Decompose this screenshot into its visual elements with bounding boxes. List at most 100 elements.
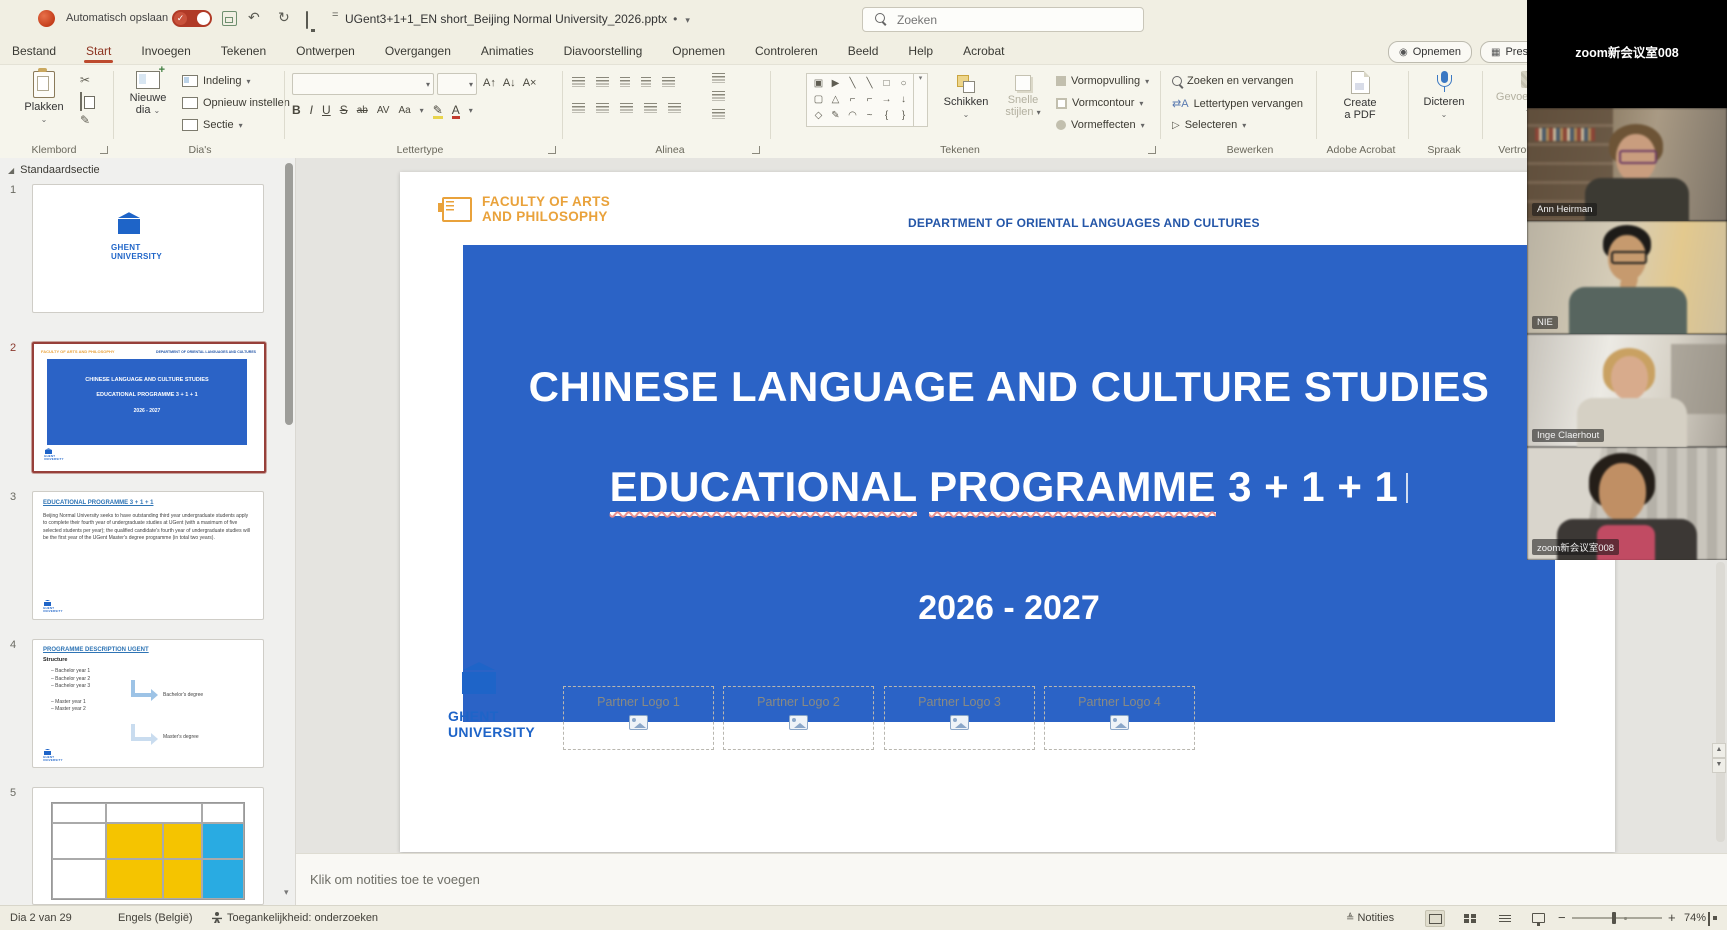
- font-dialog-launcher[interactable]: [548, 146, 556, 154]
- shape-gallery-scrollbar[interactable]: ▾: [913, 73, 928, 127]
- right-arrow-shape-icon[interactable]: →: [878, 92, 895, 108]
- tab-diavoorstelling[interactable]: Diavoorstelling: [562, 44, 645, 58]
- language-indicator[interactable]: Engels (België): [118, 912, 193, 924]
- participant-video-nie[interactable]: NIE: [1527, 221, 1727, 334]
- participant-video-ann-heirman[interactable]: Ann Heirman: [1527, 108, 1727, 221]
- slide-indicator[interactable]: Dia 2 van 29: [10, 912, 72, 924]
- reset-button[interactable]: Opnieuw instellen: [182, 97, 290, 109]
- normal-view-button[interactable]: [1425, 910, 1445, 927]
- faculty-logo[interactable]: FACULTY OF ARTSAND PHILOSOPHY: [442, 194, 610, 224]
- tab-bestand[interactable]: Bestand: [10, 44, 58, 58]
- right-brace-shape-icon[interactable]: }: [895, 108, 912, 124]
- slide-years[interactable]: 2026 - 2027: [463, 589, 1555, 628]
- notes-toggle-button[interactable]: ≜ Notities: [1346, 912, 1394, 924]
- thumbnail-scrollbar[interactable]: ▾: [285, 163, 293, 898]
- italic-button[interactable]: I: [310, 103, 313, 117]
- slide-editing-area[interactable]: FACULTY OF ARTSAND PHILOSOPHY DEPARTMENT…: [400, 172, 1615, 852]
- zoom-slider-thumb[interactable]: [1612, 912, 1616, 924]
- grow-font-button[interactable]: A↑: [483, 77, 496, 89]
- autosave-toggle[interactable]: ✓: [172, 10, 212, 27]
- freeform-shape-icon[interactable]: ◇: [810, 108, 827, 124]
- tab-acrobat[interactable]: Acrobat: [961, 44, 1006, 58]
- tab-controleren[interactable]: Controleren: [753, 44, 820, 58]
- shape-fill-button[interactable]: Vormopvulling▾: [1056, 75, 1149, 87]
- paste-button[interactable]: Plakken⌄: [18, 71, 70, 126]
- previous-slide-button[interactable]: ▲: [1712, 743, 1726, 758]
- tab-tekenen[interactable]: Tekenen: [219, 44, 268, 58]
- change-case-button[interactable]: Aa: [398, 105, 410, 116]
- undo-icon[interactable]: ↶: [248, 9, 260, 26]
- text-direction-button[interactable]: [712, 73, 725, 83]
- font-name-combo[interactable]: ▾: [292, 73, 434, 95]
- section-button[interactable]: Sectie▾: [182, 119, 243, 131]
- tab-opnemen[interactable]: Opnemen: [670, 44, 727, 58]
- increase-indent-button[interactable]: [641, 77, 651, 87]
- slide-thumbnail-2-selected[interactable]: FACULTY OF ARTS AND PHILOSOPHY DEPARTMEN…: [32, 342, 266, 473]
- line-spacing-button[interactable]: [662, 77, 675, 87]
- justify-button[interactable]: [644, 103, 657, 113]
- textbox-shape-icon[interactable]: ▣: [810, 76, 827, 92]
- tab-animaties[interactable]: Animaties: [479, 44, 536, 58]
- elbow-arrow-connector-icon[interactable]: ⌐: [861, 92, 878, 108]
- record-button[interactable]: ◉ Opnemen: [1388, 41, 1472, 63]
- start-slideshow-icon[interactable]: [306, 12, 308, 28]
- align-text-button[interactable]: [712, 91, 725, 101]
- elbow-connector-icon[interactable]: ⌐: [844, 92, 861, 108]
- zoom-in-button[interactable]: +: [1668, 910, 1676, 925]
- cut-icon[interactable]: ✂: [80, 73, 90, 87]
- align-center-button[interactable]: [596, 103, 609, 113]
- left-brace-shape-icon[interactable]: {: [878, 108, 895, 124]
- tab-invoegen[interactable]: Invoegen: [139, 44, 192, 58]
- character-spacing-button[interactable]: AV: [377, 105, 390, 116]
- bold-button[interactable]: B: [292, 103, 301, 117]
- replace-fonts-button[interactable]: ⇄A Lettertypen vervangen: [1172, 97, 1303, 110]
- copy-icon[interactable]: [80, 93, 82, 111]
- rounded-rect-shape-icon[interactable]: ▢: [810, 92, 827, 108]
- columns-button[interactable]: [668, 103, 681, 113]
- triangle-shape-icon[interactable]: △: [827, 92, 844, 108]
- drawing-dialog-launcher[interactable]: [1148, 146, 1156, 154]
- curve-shape-icon[interactable]: ~: [861, 108, 878, 124]
- slide-thumbnail-5[interactable]: [32, 787, 264, 905]
- create-pdf-button[interactable]: Createa PDF: [1328, 71, 1392, 121]
- oval-shape-icon[interactable]: ○: [895, 76, 912, 92]
- redo-icon[interactable]: ↻: [278, 9, 290, 26]
- slideshow-view-button[interactable]: [1528, 910, 1548, 927]
- notes-pane[interactable]: Klik om notities toe te voegen: [296, 853, 1727, 906]
- document-title[interactable]: UGent3+1+1_EN short_Beijing Normal Unive…: [345, 12, 690, 26]
- shrink-font-button[interactable]: A↓: [503, 77, 516, 89]
- partner-logo-placeholder-2[interactable]: Partner Logo 2: [723, 686, 874, 750]
- bullets-button[interactable]: [572, 77, 585, 87]
- participant-video-zoom-room[interactable]: zoom新会议室008: [1527, 447, 1727, 560]
- partner-logo-placeholder-1[interactable]: Partner Logo 1: [563, 686, 714, 750]
- format-painter-icon[interactable]: ✎: [80, 113, 90, 127]
- search-input[interactable]: [895, 10, 1129, 29]
- tab-overgangen[interactable]: Overgangen: [383, 44, 453, 58]
- powerpoint-app-icon[interactable]: [38, 10, 55, 27]
- dictate-button[interactable]: Dicteren⌄: [1416, 71, 1472, 121]
- department-title[interactable]: DEPARTMENT OF ORIENTAL LANGUAGES AND CUL…: [908, 216, 1260, 230]
- fit-to-window-button[interactable]: [1708, 913, 1710, 925]
- ghent-university-logo[interactable]: GHENTUNIVERSITY: [448, 672, 535, 740]
- align-left-button[interactable]: [572, 103, 585, 113]
- strikethrough-button[interactable]: S: [340, 103, 348, 117]
- quick-styles-button[interactable]: Snelle stijlen ▾: [998, 75, 1048, 119]
- arrange-button[interactable]: Schikken⌄: [938, 75, 994, 121]
- tab-start[interactable]: Start: [84, 44, 113, 58]
- slide-thumbnail-4[interactable]: PROGRAMME DESCRIPTION UGENT Structure – …: [32, 639, 264, 768]
- save-icon[interactable]: [222, 11, 237, 26]
- partner-logo-placeholder-4[interactable]: Partner Logo 4: [1044, 686, 1195, 750]
- align-right-button[interactable]: [620, 103, 633, 113]
- media-shape-icon[interactable]: ▶: [827, 76, 844, 92]
- new-slide-button[interactable]: Nieuwe dia ⌄: [122, 71, 174, 117]
- search-box[interactable]: [862, 7, 1144, 32]
- slide-thumbnail-1[interactable]: GHENTUNIVERSITY: [32, 184, 264, 313]
- find-replace-button[interactable]: Zoeken en vervangen: [1172, 75, 1293, 87]
- decrease-indent-button[interactable]: [620, 77, 630, 87]
- font-size-combo[interactable]: ▾: [437, 73, 477, 95]
- paragraph-dialog-launcher[interactable]: [752, 146, 760, 154]
- shape-outline-button[interactable]: Vormcontour▾: [1056, 97, 1143, 109]
- tab-help[interactable]: Help: [906, 44, 935, 58]
- zoom-slider[interactable]: [1572, 912, 1664, 926]
- scrollbar-thumb[interactable]: [285, 163, 293, 425]
